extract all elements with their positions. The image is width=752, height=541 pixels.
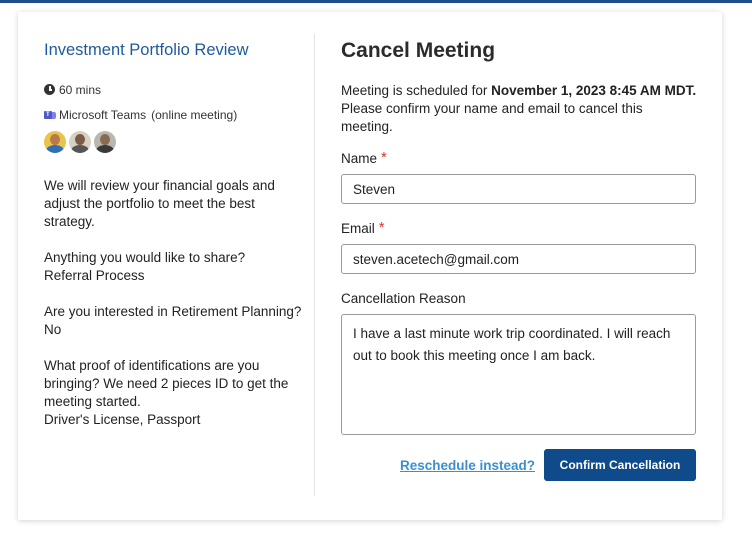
name-field[interactable] [341,174,696,204]
attendee-avatars [44,131,314,153]
microsoft-teams-icon: T [44,109,56,121]
answer-item: Are you interested in Retirement Plannin… [44,303,306,339]
event-description-block: We will review your financial goals and … [44,177,306,429]
location-row: T Microsoft Teams (online meeting) [44,107,314,123]
reason-label: Cancellation Reason [341,291,466,306]
duration-row: 60 mins [44,82,314,98]
answer-item: Anything you would like to share? Referr… [44,249,306,285]
name-label: Name [341,151,378,166]
cancel-form-panel: Cancel Meeting Meeting is scheduled for … [341,38,697,481]
schedule-date: November 1, 2023 8:45 AM MDT. [491,83,697,98]
form-actions: Reschedule instead? Confirm Cancellation [341,449,696,481]
avatar [69,131,91,153]
location-text: Microsoft Teams [59,108,147,122]
cancel-meeting-card: Investment Portfolio Review 60 mins T Mi… [18,12,722,520]
answer-text: No [44,322,62,337]
answer-item: What proof of identifications are you br… [44,357,306,429]
email-field[interactable] [341,244,696,274]
schedule-notice: Meeting is scheduled for November 1, 202… [341,82,697,136]
location-note: (online meeting) [151,108,238,122]
answer-text: Referral Process [44,268,145,283]
reason-label-row: Cancellation Reason [341,290,697,308]
name-label-row: Name * [341,150,697,168]
event-description: We will review your financial goals and … [44,178,275,229]
event-title: Investment Portfolio Review [44,41,249,59]
answer-text: Driver's License, Passport [44,412,201,427]
schedule-instruction: Please confirm your name and email to ca… [341,101,643,134]
avatar [94,131,116,153]
reschedule-link[interactable]: Reschedule instead? [400,458,535,473]
page-title: Cancel Meeting [341,39,496,62]
schedule-prefix: Meeting is scheduled for [341,83,492,98]
cancellation-reason-textarea[interactable]: I have a last minute work trip coordinat… [341,314,696,435]
question-text: What proof of identifications are you br… [44,358,289,409]
confirm-cancellation-button[interactable]: Confirm Cancellation [544,449,696,481]
email-label: Email [341,221,375,236]
event-details-panel: Investment Portfolio Review 60 mins T Mi… [18,12,314,520]
question-text: Anything you would like to share? [44,250,246,265]
top-accent-bar [0,0,752,3]
required-asterisk: * [381,149,387,166]
clock-icon [44,84,56,96]
required-asterisk: * [378,219,385,236]
panel-divider [314,34,315,496]
email-label-row: Email * [341,220,697,238]
question-text: Are you interested in Retirement Plannin… [44,304,302,319]
duration-text: 60 mins [59,83,102,97]
avatar [44,131,66,153]
